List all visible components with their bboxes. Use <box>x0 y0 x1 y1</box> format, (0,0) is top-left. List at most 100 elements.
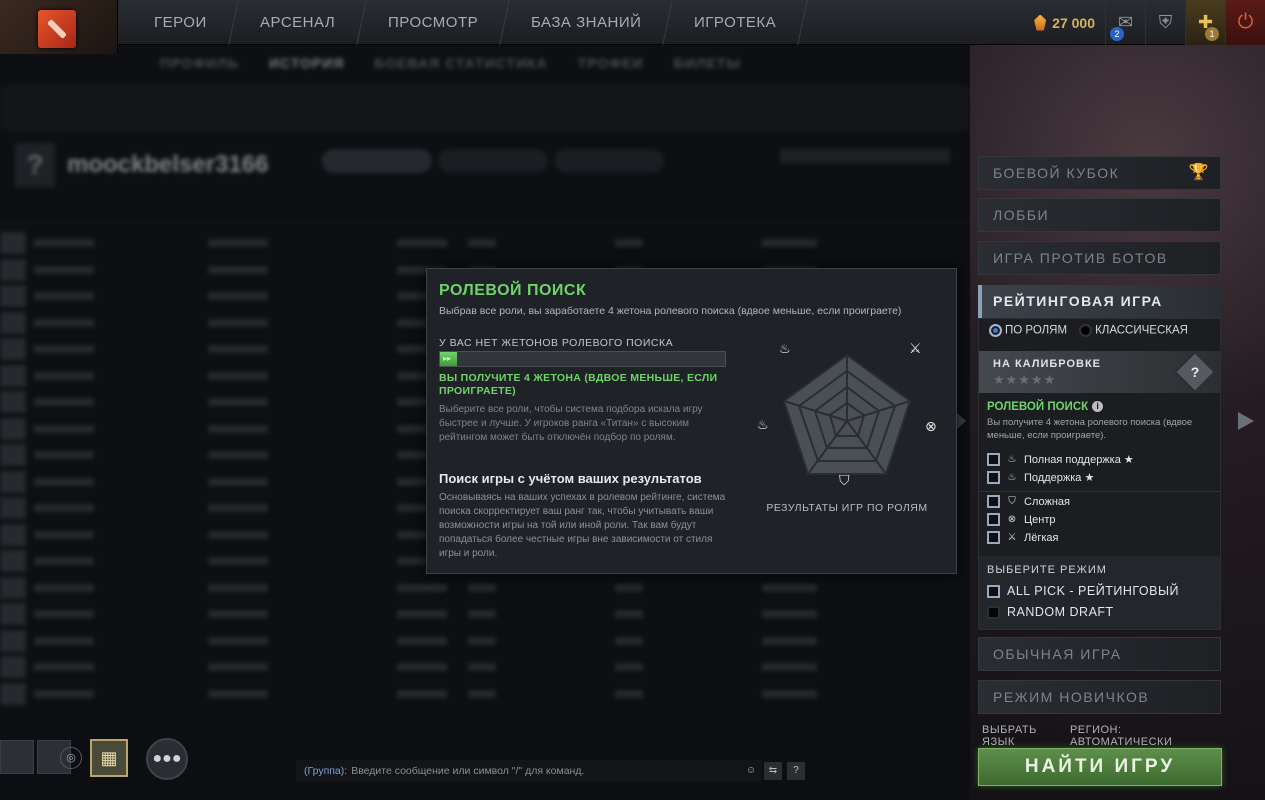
classic-radio[interactable] <box>1079 324 1093 337</box>
role-soft-support-label: Поддержка ★ <box>1024 472 1095 484</box>
lobby-button[interactable]: ЛОББИ <box>978 198 1221 232</box>
main-nav: ГЕРОИ АРСЕНАЛ ПРОСМОТР БАЗА ЗНАНИЙ ИГРОТ… <box>123 0 809 45</box>
dota-plus-button[interactable]: ✚ 1 <box>1185 0 1225 45</box>
panel-expand-arrow-icon[interactable] <box>1238 412 1254 430</box>
chat-input[interactable]: (Группа): Введите сообщение или символ "/… <box>296 760 762 782</box>
emoticon-icon[interactable]: ☺ <box>742 762 760 780</box>
table-row[interactable] <box>0 628 970 654</box>
role-hard-support-checkbox[interactable] <box>987 453 1000 466</box>
hero-avatar <box>0 417 26 440</box>
voice-chat-icon[interactable]: ◎ <box>60 747 82 769</box>
table-cell <box>615 583 643 592</box>
shard-icon <box>1034 14 1047 31</box>
nav-heroes[interactable]: ГЕРОИ <box>123 0 239 45</box>
profile-username: moockbelser3166 <box>67 151 269 178</box>
subnav-trophies[interactable]: ТРОФЕИ <box>578 55 644 71</box>
role-soft-support-checkbox[interactable] <box>987 471 1000 484</box>
rank-tier-icon[interactable]: ▦ <box>90 739 128 777</box>
nav-arcade[interactable]: ИГРОТЕКА <box>663 0 809 45</box>
profile-banner <box>0 85 970 131</box>
party-slot[interactable] <box>0 740 34 774</box>
role-soft-support[interactable]: ♨ Поддержка ★ <box>987 471 1094 484</box>
ranked-game-header[interactable]: РЕЙТИНГОВАЯ ИГРА <box>978 285 1221 318</box>
table-cell <box>208 530 268 539</box>
by-roles-radio[interactable] <box>989 324 1002 337</box>
role-offlane[interactable]: ⛉ Сложная <box>987 495 1070 508</box>
role-mid-checkbox[interactable] <box>987 513 1000 526</box>
role-offlane-checkbox[interactable] <box>987 495 1000 508</box>
table-cell <box>34 530 94 539</box>
choose-mode-label: ВЫБЕРИТЕ РЕЖИМ <box>987 564 1107 576</box>
role-hard-support[interactable]: ♨ Полная поддержка ★ <box>987 453 1134 466</box>
table-cell <box>34 398 94 406</box>
table-cell <box>34 583 94 592</box>
nav-learn[interactable]: БАЗА ЗНАНИЙ <box>500 0 674 45</box>
classic-option[interactable]: КЛАССИЧЕСКАЯ <box>1079 324 1188 337</box>
mode-all-pick-checkbox[interactable] <box>987 584 1000 598</box>
exit-button[interactable]: ⏻ <box>1225 0 1265 45</box>
table-cell <box>208 610 268 618</box>
game-mode-select: ВЫБЕРИТЕ РЕЖИМ ALL PICK - РЕЙТИНГОВЫЙ RA… <box>979 556 1220 629</box>
table-cell <box>468 663 496 671</box>
mode-random-draft-checkbox[interactable] <box>987 605 1000 619</box>
role-hard-support-label: Полная поддержка ★ <box>1024 454 1134 466</box>
tab-heroes[interactable] <box>438 149 548 173</box>
mode-random-draft-label: RANDOM DRAFT <box>1007 605 1114 619</box>
normal-game-button[interactable]: ОБЫЧНАЯ ИГРА <box>978 637 1221 671</box>
shards-display[interactable]: 27 000 <box>1024 14 1105 31</box>
help-icon[interactable]: ? <box>787 762 805 780</box>
table-row[interactable] <box>0 654 970 680</box>
bottom-bar: ◎ ▦ ●●● (Группа): Введите сообщение или с… <box>0 728 970 800</box>
find-game-button[interactable]: НАЙТИ ИГРУ <box>978 748 1222 786</box>
nav-armory-label: АРСЕНАЛ <box>259 14 335 31</box>
table-row[interactable] <box>0 601 970 627</box>
tab-match-history[interactable] <box>322 149 432 173</box>
role-safelane-checkbox[interactable] <box>987 531 1000 544</box>
table-row[interactable] <box>0 230 970 256</box>
tokens-progress-fill: ▸▸ <box>440 352 458 366</box>
table-cell <box>208 636 268 645</box>
choose-language-link[interactable]: ВЫБРАТЬ ЯЗЫК <box>982 724 1070 748</box>
chat-wheel-icon[interactable]: ⇆ <box>764 762 782 780</box>
table-cell <box>615 689 643 698</box>
region-select[interactable]: РЕГИОН: АВТОМАТИЧЕСКИ <box>1070 724 1222 748</box>
hero-avatar <box>0 550 26 572</box>
armory-button[interactable]: ⛨ <box>1145 0 1185 45</box>
matchmaking-type-toggle: ПО РОЛЯМ КЛАССИЧЕСКАЯ <box>989 324 1188 337</box>
chat-channel-label[interactable]: (Группа): <box>304 765 347 777</box>
role-safelane[interactable]: ⚔ Лёгкая <box>987 531 1058 544</box>
table-row[interactable] <box>0 681 970 707</box>
tab-events[interactable] <box>554 149 664 173</box>
bots-button[interactable]: ИГРА ПРОТИВ БОТОВ <box>978 241 1221 275</box>
nav-armory[interactable]: АРСЕНАЛ <box>228 0 367 45</box>
mode-all-pick[interactable]: ALL PICK - РЕЙТИНГОВЫЙ <box>987 584 1179 598</box>
nav-watch[interactable]: ПРОСМОТР <box>357 0 510 45</box>
language-region-row: ВЫБРАТЬ ЯЗЫК РЕГИОН: АВТОМАТИЧЕСКИ <box>982 724 1222 748</box>
plus-badge: 1 <box>1205 27 1219 41</box>
battle-cup-button[interactable]: БОЕВОЙ КУБОК 🏆 <box>978 156 1221 190</box>
table-cell <box>34 292 94 300</box>
by-roles-option[interactable]: ПО РОЛЯМ <box>989 324 1067 337</box>
trophy-icon: 🏆 <box>1188 164 1210 181</box>
soft-support-icon: ♨ <box>1007 472 1017 483</box>
table-row[interactable] <box>0 575 970 601</box>
tokens-progress-bar: ▸▸ <box>439 351 726 367</box>
safelane-icon: ⚔ <box>1007 532 1017 543</box>
power-icon: ⏻ <box>1237 11 1254 33</box>
subnav-tickets[interactable]: БИЛЕТЫ <box>674 55 742 71</box>
mail-button[interactable]: ✉ 2 <box>1105 0 1145 45</box>
role-search-desc: Вы получите 4 жетона ролевого поиска (вд… <box>987 417 1193 441</box>
newbie-mode-button[interactable]: РЕЖИМ НОВИЧКОВ <box>978 680 1221 714</box>
hero-avatar <box>0 523 26 546</box>
popup-subtitle: Выбрав все роли, вы заработаете 4 жетона… <box>439 305 902 317</box>
subnav-profile[interactable]: ПРОФИЛЬ <box>160 55 239 71</box>
subnav-battle-stats[interactable]: БОЕВАЯ СТАТИСТИКА <box>374 55 547 71</box>
mode-random-draft[interactable]: RANDOM DRAFT <box>987 605 1114 619</box>
info-icon[interactable]: i <box>1092 401 1104 412</box>
group-chat-icon[interactable]: ●●● <box>146 738 188 780</box>
subnav-history[interactable]: ИСТОРИЯ <box>269 55 344 71</box>
table-cell <box>762 583 817 592</box>
hero-avatar <box>0 682 26 705</box>
dota-logo-button[interactable] <box>0 0 118 54</box>
role-mid[interactable]: ⊗ Центр <box>987 513 1056 526</box>
